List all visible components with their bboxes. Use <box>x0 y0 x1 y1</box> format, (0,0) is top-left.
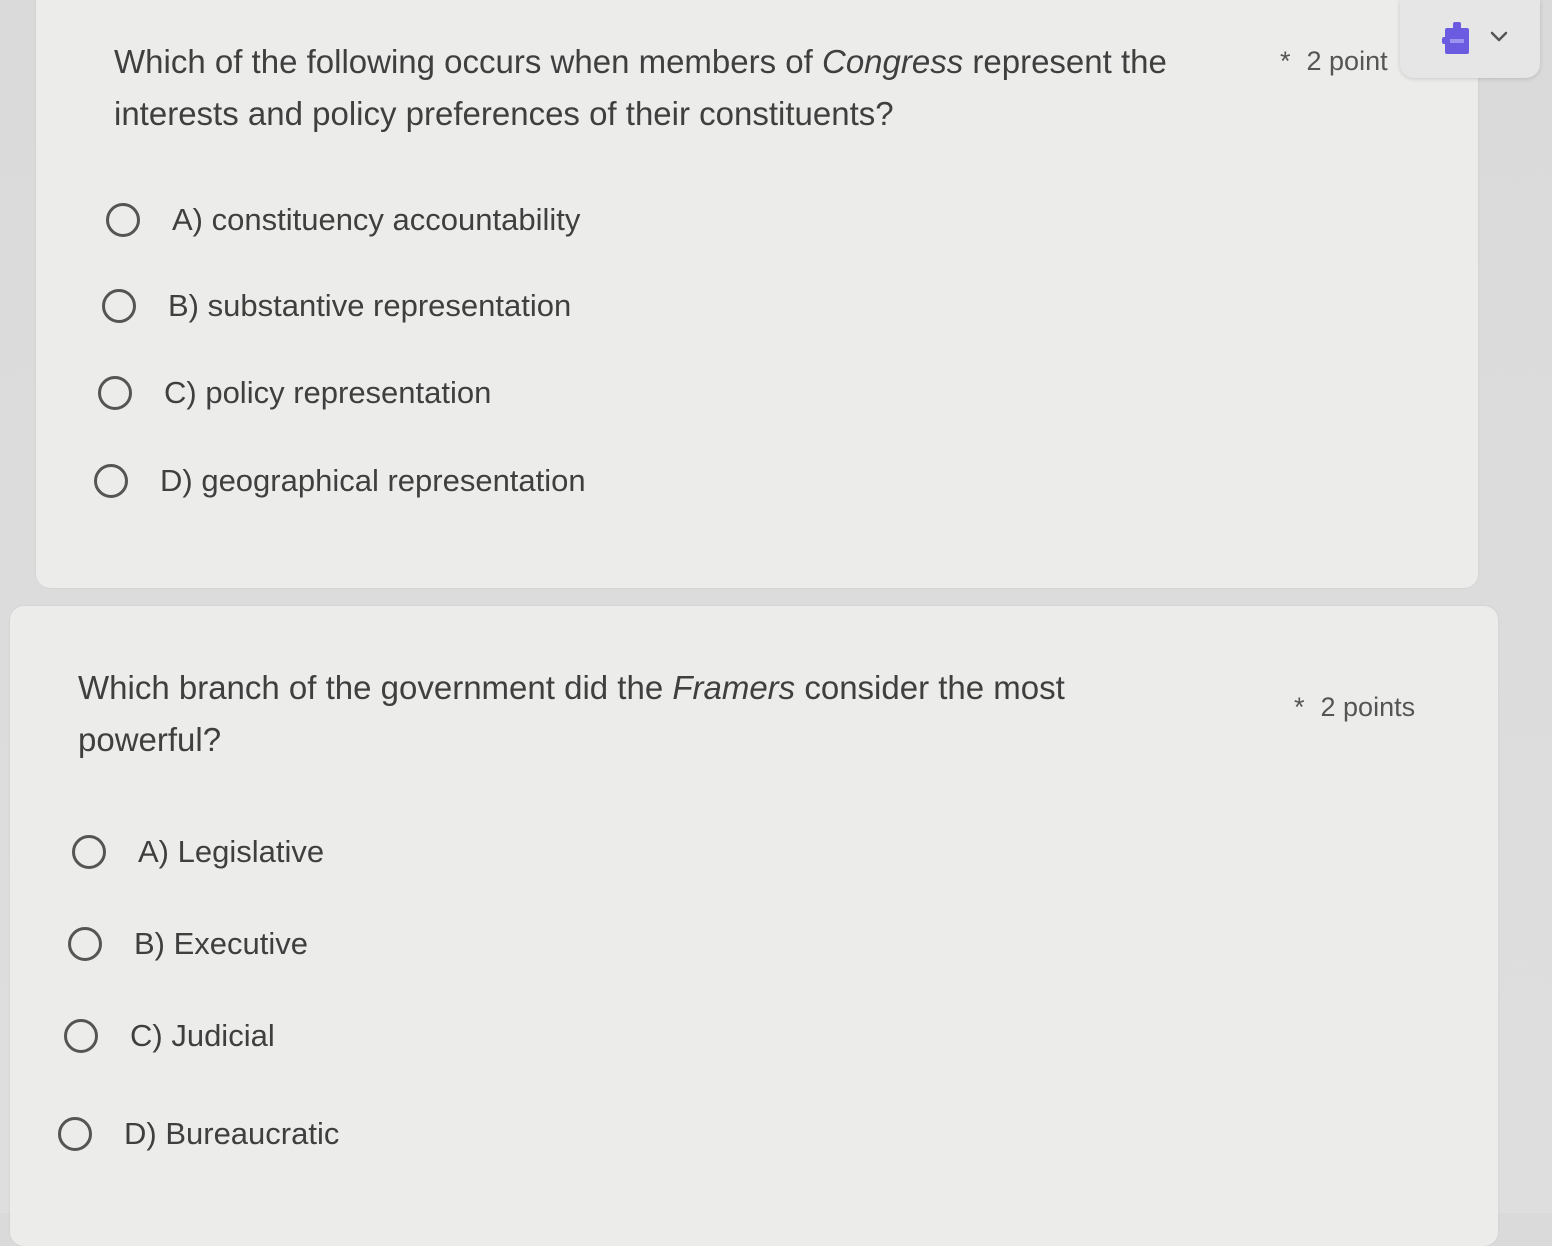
question-card-1: Which of the following occurs when membe… <box>36 0 1478 588</box>
option-2a[interactable]: A) Legislative <box>72 834 324 870</box>
points-label: 2 points <box>1320 692 1416 722</box>
option-2d[interactable]: D) Bureaucratic <box>58 1116 339 1152</box>
puzzle-extension-icon[interactable] <box>1442 20 1472 56</box>
option-1d[interactable]: D) geographical representation <box>94 463 586 499</box>
option-label: B) Executive <box>134 926 309 961</box>
question-2-points: * 2 points <box>1294 692 1415 723</box>
question-1-points: * 2 point <box>1280 46 1388 77</box>
option-1b[interactable]: B) substantive representation <box>102 288 571 324</box>
radio-button[interactable] <box>72 835 106 869</box>
question-2-text-part: Which branch of the government did the <box>78 669 673 706</box>
radio-button[interactable] <box>98 376 132 410</box>
option-2c[interactable]: C) Judicial <box>64 1018 275 1054</box>
option-label: C) Judicial <box>130 1018 275 1053</box>
extension-widget[interactable] <box>1400 0 1540 78</box>
radio-button[interactable] <box>68 927 102 961</box>
option-label: C) policy representation <box>164 375 492 410</box>
required-asterisk: * <box>1294 692 1305 722</box>
radio-button[interactable] <box>102 289 136 323</box>
question-1-text: Which of the following occurs when membe… <box>114 36 1274 140</box>
option-2b[interactable]: B) Executive <box>68 926 308 962</box>
option-label: D) geographical representation <box>160 463 586 498</box>
chevron-down-icon[interactable] <box>1488 26 1510 48</box>
question-2-emphasis: Framers <box>672 669 796 706</box>
option-label: D) Bureaucratic <box>124 1116 340 1151</box>
points-label: 2 point <box>1306 46 1388 76</box>
radio-button[interactable] <box>94 464 128 498</box>
option-1c[interactable]: C) policy representation <box>98 375 491 411</box>
option-label: A) Legislative <box>138 834 325 869</box>
radio-button[interactable] <box>106 203 140 237</box>
question-card-2: Which branch of the government did the F… <box>10 606 1498 1246</box>
required-asterisk: * <box>1280 46 1291 76</box>
question-1-emphasis: Congress <box>821 43 964 80</box>
question-2-text: Which branch of the government did the F… <box>78 662 1198 766</box>
option-label: B) substantive representation <box>168 288 572 323</box>
radio-button[interactable] <box>58 1117 92 1151</box>
question-1-text-part: Which of the following occurs when membe… <box>114 43 822 80</box>
option-label: A) constituency accountability <box>172 202 581 237</box>
option-1a[interactable]: A) constituency accountability <box>106 202 580 238</box>
radio-button[interactable] <box>64 1019 98 1053</box>
